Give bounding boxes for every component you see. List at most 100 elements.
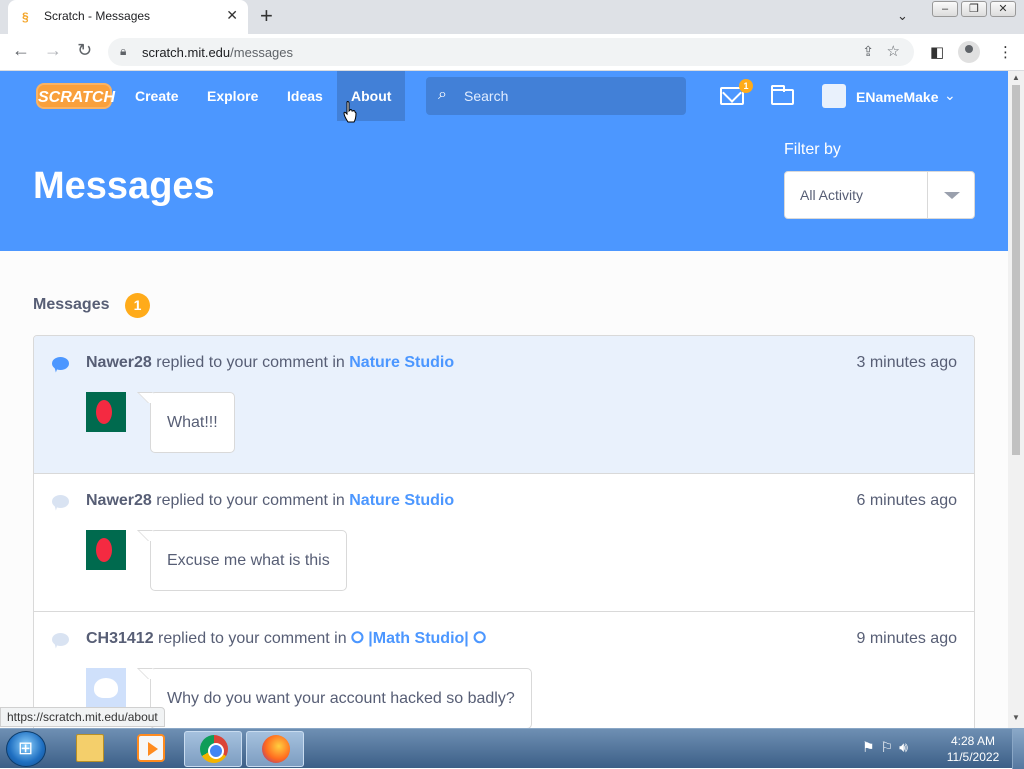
taskbar-clock[interactable]: 4:28 AM 11/5/2022 xyxy=(940,733,1006,765)
comment-bubble-icon xyxy=(52,495,69,508)
messages-header: Messages Filter by All Activity xyxy=(0,121,1008,251)
message-item: Nawer28 replied to your comment in Natur… xyxy=(34,474,974,612)
filter-select[interactable]: All Activity xyxy=(784,171,975,219)
bookmark-star-icon[interactable]: ☆ xyxy=(887,42,900,60)
forward-arrow-icon[interactable]: → xyxy=(44,40,62,61)
media-player-icon xyxy=(137,734,165,762)
comment-text: Why do you want your account hacked so b… xyxy=(150,668,532,728)
page-title: Messages xyxy=(33,165,215,207)
url-text: scratch.mit.edu/messages xyxy=(142,45,293,60)
lock-icon: 🔒︎ xyxy=(120,44,127,58)
windows-taskbar: ⚑⚐🔊︎ 4:28 AM 11/5/2022 xyxy=(0,728,1024,769)
browser-tab[interactable]: § Scratch - Messages ✕ xyxy=(8,0,248,34)
message-user-link[interactable]: Nawer28 xyxy=(86,354,152,371)
link-status-bar: https://scratch.mit.edu/about xyxy=(0,707,165,727)
url-host: scratch.mit.edu xyxy=(142,45,231,60)
taskbar-media-player[interactable] xyxy=(122,731,180,767)
message-time: 9 minutes ago xyxy=(856,630,957,647)
flag-circle xyxy=(96,538,112,562)
comment-text: Excuse me what is this xyxy=(150,530,347,591)
close-window-button[interactable]: ✕ xyxy=(990,1,1016,17)
message-line: Nawer28 replied to your comment in Natur… xyxy=(86,354,454,372)
page-viewport: SCRATCH Create Explore Ideas About ⌕ 1 E… xyxy=(0,71,1008,728)
filter-label: Filter by xyxy=(784,141,841,158)
clock-time: 4:28 AM xyxy=(950,734,996,748)
clock-date: 11/5/2022 xyxy=(946,750,1000,764)
message-action: replied to your comment in xyxy=(151,492,350,509)
page-scrollbar[interactable]: ▲ ▼ xyxy=(1008,71,1024,728)
window-controls: – ❐ ✕ xyxy=(929,1,1016,19)
section-title: Messages xyxy=(33,296,110,313)
scratch-favicon-icon: § xyxy=(22,10,29,24)
side-panel-icon[interactable]: ◧ xyxy=(930,43,944,61)
scrollbar-thumb[interactable] xyxy=(1012,85,1020,455)
start-button[interactable] xyxy=(6,731,46,767)
nav-explore-link[interactable]: Explore xyxy=(207,88,258,104)
hand-cursor-icon xyxy=(343,101,357,123)
comment-bubble-icon xyxy=(52,633,69,646)
nav-create-link[interactable]: Create xyxy=(135,88,179,104)
share-icon[interactable]: ⇪ xyxy=(862,43,874,60)
message-time: 3 minutes ago xyxy=(856,354,957,371)
user-avatar-thumbnail[interactable] xyxy=(86,668,126,708)
scratch-logo[interactable]: SCRATCH xyxy=(36,83,115,109)
comment-bubble-icon xyxy=(52,357,69,370)
browser-toolbar: ← → ↻ 🔒︎ scratch.mit.edu/messages ⇪ ☆ ◧ … xyxy=(0,34,1024,71)
taskbar-firefox[interactable] xyxy=(246,731,304,767)
comment-text: What!!! xyxy=(150,392,235,453)
message-line: CH31412 replied to your comment in ⭘ |Ma… xyxy=(86,630,486,648)
unread-count-badge: 1 xyxy=(125,293,150,318)
message-item: CH31412 replied to your comment in ⭘ |Ma… xyxy=(34,612,974,728)
username-label[interactable]: ENameMake xyxy=(856,89,939,105)
system-tray-icons[interactable]: ⚑⚐🔊︎ xyxy=(862,739,914,756)
scratch-navbar: SCRATCH Create Explore Ideas About ⌕ 1 E… xyxy=(0,71,1008,121)
message-list: Nawer28 replied to your comment in Natur… xyxy=(33,335,975,728)
menu-kebab-icon[interactable]: ⋮ xyxy=(998,43,1013,61)
folder-icon xyxy=(76,734,104,762)
user-avatar-thumbnail[interactable] xyxy=(86,530,126,570)
address-bar[interactable]: 🔒︎ scratch.mit.edu/messages ⇪ ☆ xyxy=(108,38,914,66)
taskbar-explorer[interactable] xyxy=(61,731,119,767)
new-tab-icon[interactable]: + xyxy=(260,3,273,29)
url-path: /messages xyxy=(230,45,294,60)
select-divider xyxy=(927,172,928,218)
search-box[interactable]: ⌕ xyxy=(426,77,686,115)
search-input[interactable] xyxy=(464,86,674,106)
reload-icon[interactable]: ↻ xyxy=(77,40,92,61)
filter-selected-value: All Activity xyxy=(800,187,864,203)
user-avatar[interactable] xyxy=(822,84,846,108)
profile-avatar-icon[interactable] xyxy=(958,41,980,63)
browser-window: § Scratch - Messages ✕ + ⌄ – ❐ ✕ ← → ↻ 🔒… xyxy=(0,0,1024,728)
message-action: replied to your comment in xyxy=(151,354,350,371)
tab-search-chevron-icon[interactable]: ⌄ xyxy=(897,8,908,24)
my-stuff-folder-icon[interactable] xyxy=(771,85,794,105)
nav-ideas-link[interactable]: Ideas xyxy=(287,88,323,104)
user-menu-chevron-icon[interactable]: ⌄ xyxy=(944,87,956,104)
show-desktop-button[interactable] xyxy=(1012,729,1024,769)
scroll-up-icon[interactable]: ▲ xyxy=(1012,73,1020,82)
studio-link[interactable]: Nature Studio xyxy=(349,354,454,371)
search-icon: ⌕ xyxy=(438,86,447,103)
message-user-link[interactable]: Nawer28 xyxy=(86,492,152,509)
tab-strip: § Scratch - Messages ✕ + ⌄ – ❐ ✕ xyxy=(0,0,1024,34)
caret-down-icon xyxy=(944,192,960,199)
studio-link[interactable]: ⭘ |Math Studio| ⭘ xyxy=(351,630,486,647)
chrome-icon xyxy=(200,735,228,763)
taskbar-chrome[interactable] xyxy=(184,731,242,767)
tab-close-icon[interactable]: ✕ xyxy=(226,7,238,24)
studio-link[interactable]: Nature Studio xyxy=(349,492,454,509)
scratch-cat-icon xyxy=(94,678,118,698)
user-avatar-thumbnail[interactable] xyxy=(86,392,126,432)
nav-about-link[interactable]: About xyxy=(351,88,391,104)
message-item: Nawer28 replied to your comment in Natur… xyxy=(34,336,974,474)
minimize-button[interactable]: – xyxy=(932,1,958,17)
message-count-badge: 1 xyxy=(739,79,753,93)
message-user-link[interactable]: CH31412 xyxy=(86,630,154,647)
flag-circle xyxy=(96,400,112,424)
message-action: replied to your comment in xyxy=(153,630,352,647)
tab-title: Scratch - Messages xyxy=(44,9,151,23)
restore-button[interactable]: ❐ xyxy=(961,1,987,17)
scroll-down-icon[interactable]: ▼ xyxy=(1012,713,1020,722)
message-line: Nawer28 replied to your comment in Natur… xyxy=(86,492,454,510)
back-arrow-icon[interactable]: ← xyxy=(12,40,30,61)
